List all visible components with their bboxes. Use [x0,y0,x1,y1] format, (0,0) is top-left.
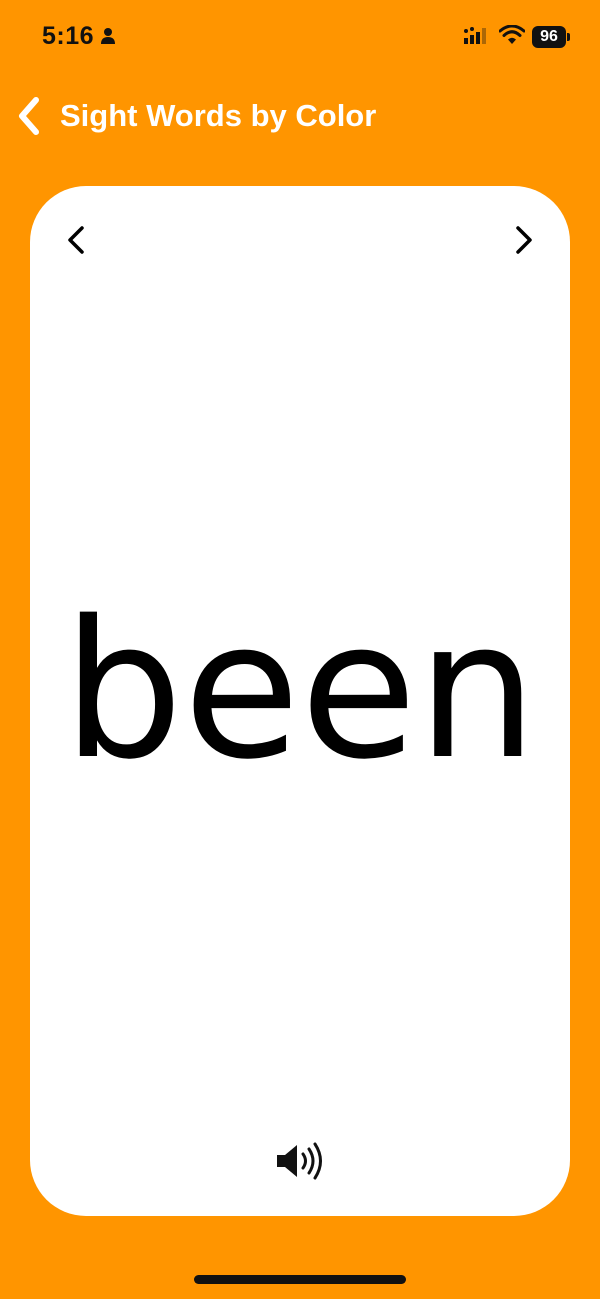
previous-word-button[interactable] [60,222,96,258]
nav-bar: Sight Words by Color [0,88,600,144]
speaker-icon[interactable] [273,1141,327,1181]
battery-cap [567,33,570,41]
flashcard: been [30,186,570,1216]
battery-level: 96 [540,28,558,45]
back-button[interactable]: Sight Words by Color [12,88,376,144]
signal-icon [464,27,486,44]
chevron-left-icon [19,97,39,135]
battery-icon: 96 [532,26,566,48]
page-title: Sight Words by Color [60,98,377,133]
status-time: 5:16 [42,22,95,50]
status-bar: 5:16 96 [0,0,600,76]
home-indicator[interactable] [194,1275,406,1284]
wifi-icon [499,25,525,44]
person-icon [101,28,115,44]
sight-word: been [62,580,538,801]
next-word-button[interactable] [504,222,540,258]
